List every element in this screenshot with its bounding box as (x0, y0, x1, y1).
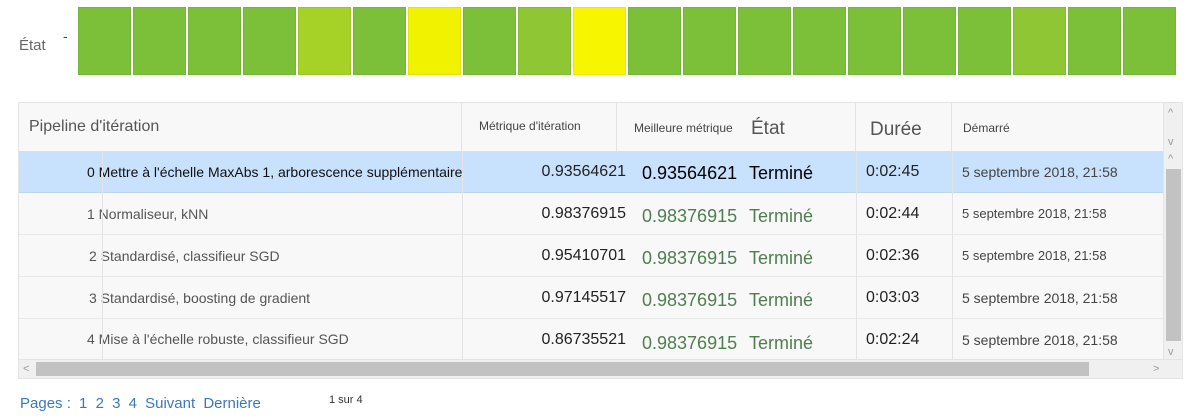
table-row[interactable]: 4 Mise à l'échelle robuste, classifieur … (19, 319, 1165, 361)
status-cell[interactable] (298, 7, 351, 75)
status-cell[interactable] (408, 7, 461, 75)
cell-duration: 0:02:36 (866, 247, 920, 264)
status-cell[interactable] (78, 7, 131, 75)
page-link-3[interactable]: 3 (112, 395, 120, 412)
pager-prefix: Pages : (20, 395, 71, 412)
column-divider (952, 151, 953, 361)
status-cell[interactable] (573, 7, 626, 75)
cell-state: Terminé (749, 248, 814, 268)
status-cell[interactable] (903, 7, 956, 75)
cell-state: Terminé (749, 206, 814, 226)
cell-started: 5 septembre 2018, 21:58 (962, 164, 1118, 180)
scroll-up-icon[interactable]: ^ (1168, 153, 1173, 165)
cell-best: 0.98376915 (642, 206, 738, 226)
header-state[interactable]: État (739, 103, 856, 151)
status-cell[interactable] (463, 7, 516, 75)
header-duration-label: Durée (870, 119, 922, 140)
cell-duration: 0:02:24 (866, 331, 920, 348)
cell-started: 5 septembre 2018, 21:58 (962, 248, 1107, 263)
status-cell[interactable] (848, 7, 901, 75)
status-label: État (19, 37, 46, 54)
cell-duration: 0:03:03 (866, 289, 920, 306)
status-cell[interactable] (1068, 7, 1121, 75)
cell-state: Terminé (749, 163, 814, 183)
header-state-label: État (751, 118, 785, 139)
table-row[interactable]: 2 Standardisé, classifieur SGD 0.9541070… (19, 235, 1165, 277)
next-page-link[interactable]: Suivant (145, 395, 195, 412)
status-cell[interactable] (958, 7, 1011, 75)
status-cell[interactable] (353, 7, 406, 75)
cell-pipeline: 0 Mettre à l'échelle MaxAbs 1, arboresce… (87, 164, 463, 180)
cell-started: 5 septembre 2018, 21:58 (962, 206, 1107, 221)
scroll-left-icon[interactable]: < (23, 363, 29, 375)
grid-header: Pipeline d'itération Métrique d'itératio… (19, 103, 1165, 152)
page-link-2[interactable]: 2 (96, 395, 104, 412)
cell-pipeline: 3 Standardisé, boosting de gradient (89, 290, 311, 306)
column-divider (856, 151, 857, 361)
cell-started: 5 septembre 2018, 21:58 (962, 290, 1118, 306)
status-cell[interactable] (518, 7, 571, 75)
cell-best: 0.98376915 (642, 333, 738, 353)
status-cell[interactable] (793, 7, 846, 75)
status-cell[interactable] (1123, 7, 1176, 75)
cell-best: 0.98376915 (642, 290, 738, 310)
status-cell[interactable] (133, 7, 186, 75)
table-row[interactable]: 3 Standardisé, boosting de gradient 0.97… (19, 277, 1165, 319)
cell-state: Terminé (749, 290, 814, 310)
status-cell[interactable] (188, 7, 241, 75)
status-dash: - (63, 28, 68, 44)
cell-metric: 0.98376915 (541, 205, 626, 222)
column-divider (102, 151, 103, 361)
cell-metric: 0.97145517 (541, 289, 626, 306)
cell-pipeline: 1 Normaliseur, kNN (87, 206, 209, 222)
cell-duration: 0:02:44 (866, 205, 920, 222)
scroll-down-icon[interactable]: v (1168, 346, 1174, 358)
status-strip (78, 7, 1178, 75)
header-best-label: Meilleure métrique (634, 121, 733, 135)
cell-metric: 0.93564621 (541, 163, 626, 180)
header-duration[interactable]: Durée (856, 103, 952, 151)
cell-started: 5 septembre 2018, 21:58 (962, 332, 1118, 348)
status-cell[interactable] (683, 7, 736, 75)
horizontal-scroll-thumb[interactable] (36, 362, 1089, 376)
status-cell[interactable] (738, 7, 791, 75)
status-cell[interactable] (628, 7, 681, 75)
cell-metric: 0.95410701 (541, 247, 626, 264)
scroll-right-icon[interactable]: > (1153, 363, 1159, 375)
vertical-scroll-thumb[interactable] (1166, 169, 1181, 341)
scroll-down-icon[interactable]: v (1168, 136, 1174, 148)
cell-best: 0.98376915 (642, 248, 738, 268)
cell-best: 0.93564621 (642, 163, 738, 183)
table-row[interactable]: 0 Mettre à l'échelle MaxAbs 1, arboresce… (19, 151, 1165, 193)
cell-pipeline: 4 Mise à l'échelle robuste, classifieur … (87, 331, 349, 347)
page-link-1[interactable]: 1 (79, 395, 87, 412)
header-started[interactable]: Démarré (952, 103, 1165, 151)
header-started-label: Démarré (963, 121, 1010, 135)
vertical-scrollbar[interactable]: ^ v ^ v (1163, 103, 1182, 361)
scroll-up-icon[interactable]: ^ (1168, 107, 1173, 119)
status-cell[interactable] (243, 7, 296, 75)
header-metric[interactable]: Métrique d'itération (462, 103, 617, 151)
table-row[interactable]: 1 Normaliseur, kNN 0.98376915 0.98376915… (19, 193, 1165, 235)
cell-pipeline: 2 Standardisé, classifieur SGD (89, 248, 280, 264)
pagination: Pages : 1 2 3 4 Suivant Dernière (20, 395, 265, 412)
iteration-grid: Pipeline d'itération Métrique d'itératio… (18, 102, 1183, 379)
header-pipeline[interactable]: Pipeline d'itération (19, 103, 462, 151)
header-best[interactable]: Meilleure métrique (617, 103, 739, 151)
last-page-link[interactable]: Dernière (203, 395, 261, 412)
header-metric-label: Métrique d'itération (479, 119, 581, 133)
column-divider (462, 151, 463, 361)
cell-state: Terminé (749, 333, 814, 353)
page-link-4[interactable]: 4 (129, 395, 137, 412)
cell-duration: 0:02:45 (866, 163, 920, 180)
horizontal-scrollbar[interactable]: < > (19, 359, 1182, 378)
cell-metric: 0.86735521 (541, 331, 626, 348)
header-pipeline-label: Pipeline d'itération (29, 118, 160, 135)
status-cell[interactable] (1013, 7, 1066, 75)
page-count: 1 sur 4 (329, 394, 363, 406)
